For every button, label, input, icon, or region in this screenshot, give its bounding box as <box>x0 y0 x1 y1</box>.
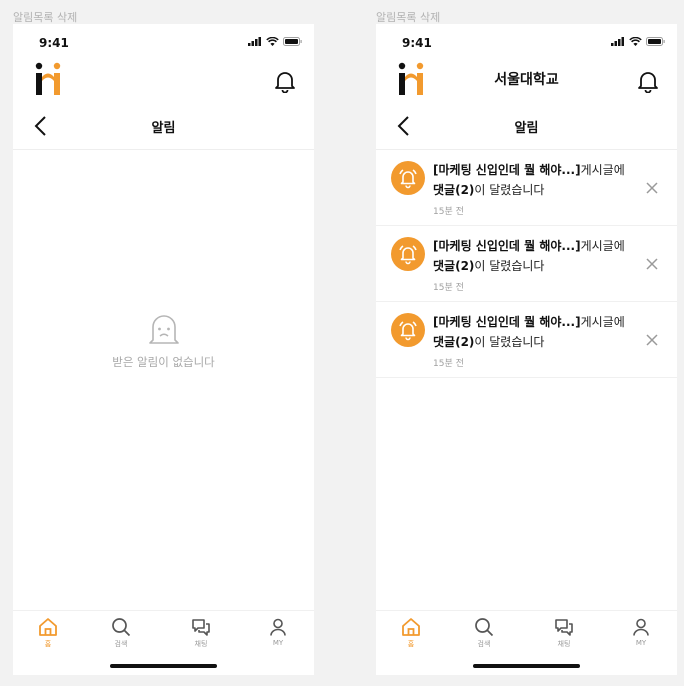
header-title: 서울대학교 <box>494 72 559 88</box>
close-icon[interactable] <box>645 181 659 195</box>
user-icon <box>270 618 286 636</box>
tab-chat[interactable]: 채팅 <box>534 617 594 649</box>
battery-icon <box>646 37 665 46</box>
tab-label: MY <box>272 639 284 647</box>
battery-icon <box>283 37 302 46</box>
notification-time: 15분 전 <box>433 359 464 369</box>
notification-item[interactable]: [마케팅 신입인데 뭘 해야...]게시글에댓글(2)이 달렸습니다 15분 전 <box>376 226 677 302</box>
status-time: 9:41 <box>402 36 432 50</box>
status-bar: 9:41 <box>13 24 314 58</box>
status-bar: 9:41 <box>376 24 677 58</box>
tab-my[interactable]: MY <box>611 617 671 647</box>
search-icon <box>112 618 131 637</box>
tab-label: 검색 <box>477 640 491 648</box>
comment-count: 댓글(2) <box>433 183 475 197</box>
bell-icon[interactable] <box>636 69 660 93</box>
app-header <box>13 58 314 104</box>
notification-time: 15분 전 <box>433 283 464 293</box>
wifi-icon <box>266 37 279 46</box>
empty-state: 받은 알림이 없습니다 <box>13 312 314 370</box>
notification-suffix: 게시글에 <box>580 315 625 329</box>
notification-item[interactable]: [마케팅 신입인데 뭘 해야...]게시글에댓글(2)이 달렸습니다 15분 전 <box>376 150 677 226</box>
status-time: 9:41 <box>39 36 69 50</box>
notification-suffix: 이 달렸습니다 <box>474 335 545 349</box>
tab-label: 홈 <box>407 640 415 648</box>
home-indicator <box>110 664 217 668</box>
tab-label: 채팅 <box>557 640 571 648</box>
chat-icon <box>192 619 210 636</box>
notification-text: [마케팅 신입인데 뭘 해야...]게시글에댓글(2)이 달렸습니다 <box>433 312 628 352</box>
page-header: 알림 <box>13 104 314 150</box>
page-title: 알림 <box>514 121 539 136</box>
notification-suffix: 게시글에 <box>580 163 625 177</box>
tab-home[interactable]: 홈 <box>18 617 78 649</box>
tab-home[interactable]: 홈 <box>381 617 441 649</box>
tab-label: 검색 <box>114 640 128 648</box>
notification-list: [마케팅 신입인데 뭘 해야...]게시글에 댓글(2)이 달렸습니다 15분 전… <box>376 150 677 378</box>
empty-message: 받은 알림이 없습니다 <box>112 355 215 369</box>
bell-icon[interactable] <box>273 69 297 93</box>
signal-icon <box>248 37 261 46</box>
tab-label: 홈 <box>44 640 52 648</box>
alarm-bell-icon <box>391 161 425 195</box>
signal-icon <box>611 37 624 46</box>
frame-label: 알림목록 삭제 <box>13 11 78 24</box>
alarm-bell-icon <box>391 237 425 271</box>
notification-suffix: 이 달렸습니다 <box>474 183 545 197</box>
page-header: 알림 <box>376 104 677 150</box>
tab-label: 채팅 <box>194 640 208 648</box>
phone-screen-list: 9:41 서울대학교 알림 [마케팅 신입인데 뭘 해야...]게시글에 댓글(2… <box>376 24 677 675</box>
post-title: [마케팅 신입인데 뭘 해야...] <box>433 239 581 253</box>
comment-count: 댓글(2) <box>433 335 475 349</box>
app-header: 서울대학교 <box>376 58 677 104</box>
tab-search[interactable]: 검색 <box>454 617 514 649</box>
home-indicator <box>473 664 580 668</box>
post-title: [마케팅 신입인데 뭘 해야...] <box>433 163 581 177</box>
tab-search[interactable]: 검색 <box>91 617 151 649</box>
tab-chat[interactable]: 채팅 <box>171 617 231 649</box>
post-title: [마케팅 신입인데 뭘 해야...] <box>433 315 581 329</box>
wifi-icon <box>629 37 642 46</box>
user-icon <box>633 618 649 636</box>
notification-time: 15분 전 <box>433 207 464 217</box>
ghost-bell-icon <box>148 315 179 344</box>
home-icon <box>402 618 420 636</box>
chat-icon <box>555 619 573 636</box>
phone-screen-empty: 9:41 알림 받은 알림이 없습니다 홈 검색 채팅 MY <box>13 24 314 675</box>
close-icon[interactable] <box>645 257 659 271</box>
notification-text: [마케팅 신입인데 뭘 해야...]게시글에댓글(2)이 달렸습니다 <box>433 236 628 276</box>
page-title: 알림 <box>151 121 176 136</box>
notification-suffix: 게시글에 <box>580 239 625 253</box>
notification-text: [마케팅 신입인데 뭘 해야...]게시글에댓글(2)이 달렸습니다 <box>433 160 628 200</box>
tab-my[interactable]: MY <box>248 617 308 647</box>
notification-item[interactable]: [마케팅 신입인데 뭘 해야...]게시글에댓글(2)이 달렸습니다 15분 전 <box>376 302 677 378</box>
home-icon <box>39 618 57 636</box>
notification-suffix: 이 달렸습니다 <box>474 259 545 273</box>
search-icon <box>475 618 494 637</box>
comment-count: 댓글(2) <box>433 259 475 273</box>
alarm-bell-icon <box>391 313 425 347</box>
logo-icon <box>35 62 61 95</box>
tab-label: MY <box>635 639 647 647</box>
frame-label: 알림목록 삭제 <box>376 11 441 24</box>
close-icon[interactable] <box>645 333 659 347</box>
